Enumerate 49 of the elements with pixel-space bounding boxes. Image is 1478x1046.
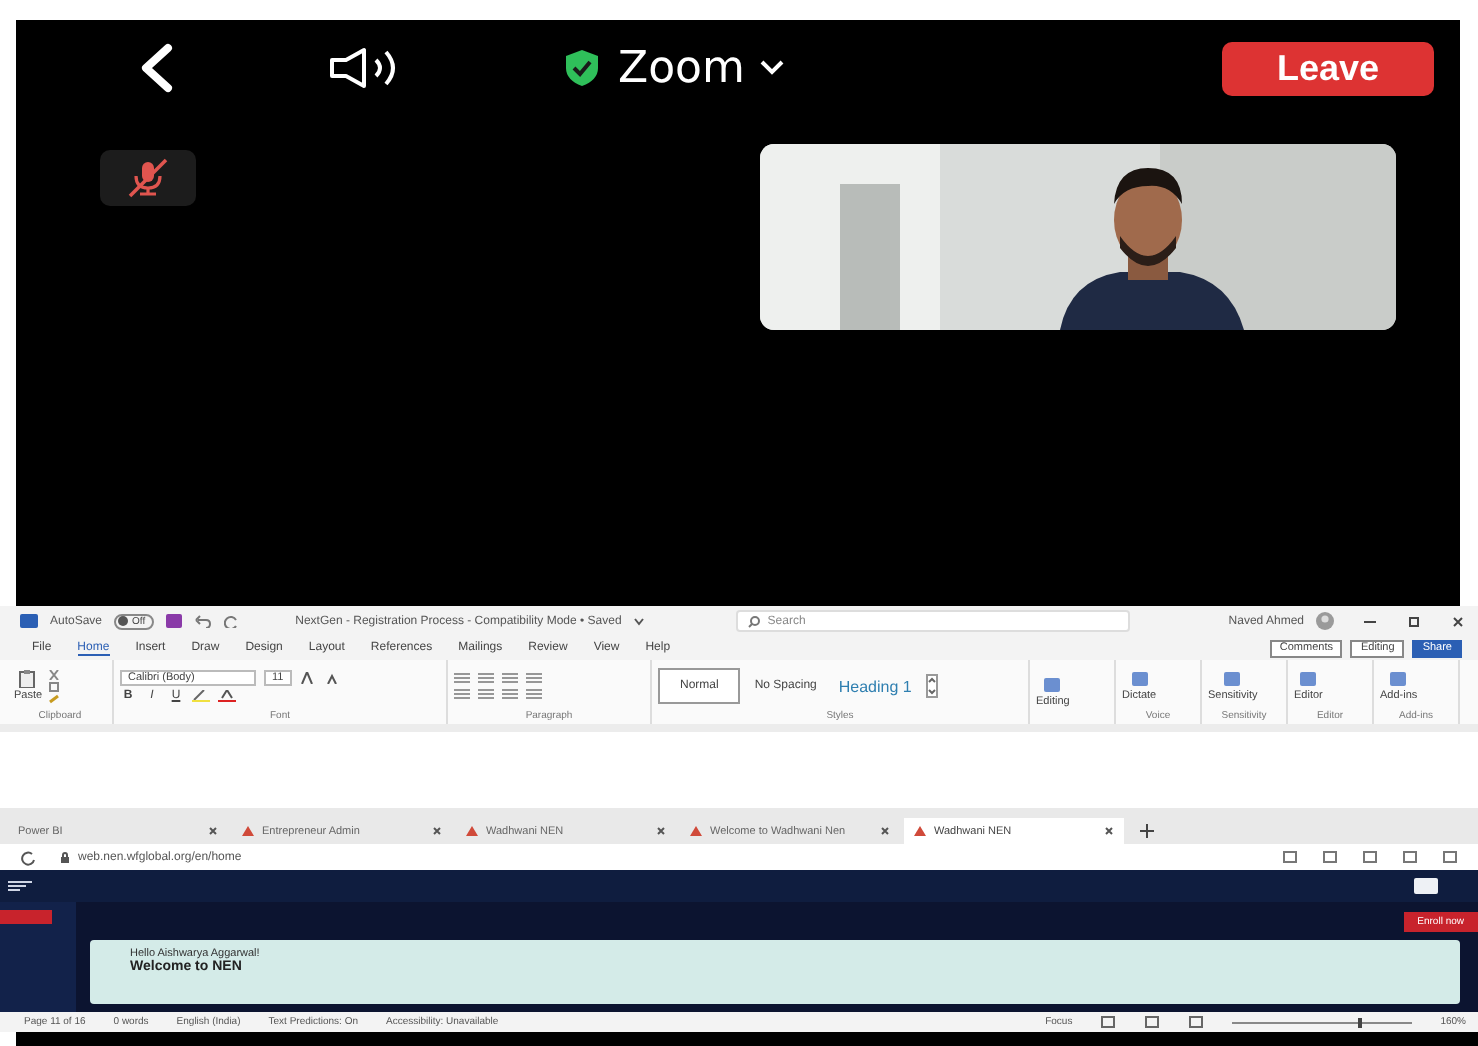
close-icon[interactable] bbox=[208, 826, 218, 836]
align-left-icon[interactable] bbox=[454, 688, 470, 700]
justify-icon[interactable] bbox=[526, 688, 542, 700]
clipboard-icon bbox=[18, 670, 39, 688]
multilevel-list-icon[interactable] bbox=[502, 672, 518, 684]
mute-icon[interactable] bbox=[100, 150, 196, 206]
close-icon[interactable] bbox=[432, 826, 442, 836]
triangle-icon bbox=[242, 826, 254, 836]
indent-icon[interactable] bbox=[526, 672, 542, 684]
close-icon[interactable] bbox=[880, 826, 890, 836]
copy-icon[interactable] bbox=[48, 681, 61, 691]
grow-font-icon[interactable] bbox=[299, 672, 316, 684]
lock-icon bbox=[60, 851, 70, 863]
caret-icon bbox=[633, 617, 644, 625]
scroll-arrows-icon[interactable] bbox=[925, 674, 938, 698]
close-icon[interactable] bbox=[656, 826, 666, 836]
center-icon[interactable] bbox=[478, 688, 494, 700]
avatar-icon[interactable] bbox=[1316, 612, 1334, 630]
search-icon bbox=[747, 615, 760, 627]
triangle-icon bbox=[466, 826, 478, 836]
redo-icon[interactable] bbox=[223, 614, 240, 628]
close-icon[interactable] bbox=[1104, 826, 1114, 836]
undo-icon[interactable] bbox=[193, 614, 212, 628]
new-tab-icon[interactable] bbox=[1140, 824, 1154, 838]
highlight-icon[interactable] bbox=[192, 690, 210, 702]
cut-icon[interactable] bbox=[48, 669, 61, 679]
meeting-title-button[interactable]: Zoom bbox=[618, 43, 785, 93]
close-icon[interactable] bbox=[1450, 615, 1466, 627]
font-color-icon[interactable] bbox=[218, 690, 236, 702]
logo-icon[interactable] bbox=[8, 880, 32, 892]
tool-icon bbox=[1298, 670, 1319, 688]
leave-button[interactable]: Leave bbox=[1222, 41, 1434, 95]
bullets-icon[interactable] bbox=[454, 672, 470, 684]
triangle-icon bbox=[690, 826, 702, 836]
tool-icon bbox=[1129, 670, 1150, 688]
style-option[interactable]: Heading 1 bbox=[830, 677, 920, 695]
minimize-icon[interactable] bbox=[1362, 615, 1378, 627]
numbering-icon[interactable] bbox=[478, 672, 494, 684]
back-icon[interactable] bbox=[136, 42, 176, 94]
tool-icon bbox=[1042, 676, 1063, 694]
tool-icon bbox=[1222, 670, 1243, 688]
triangle-icon bbox=[914, 826, 926, 836]
restore-icon[interactable] bbox=[1406, 615, 1422, 627]
onenote-icon[interactable] bbox=[165, 614, 182, 628]
shrink-font-icon[interactable] bbox=[323, 672, 340, 684]
tool-icon bbox=[1388, 670, 1409, 688]
chevron-down-icon[interactable] bbox=[760, 60, 785, 76]
reload-icon[interactable] bbox=[20, 849, 36, 865]
align-right-icon[interactable] bbox=[502, 688, 518, 700]
